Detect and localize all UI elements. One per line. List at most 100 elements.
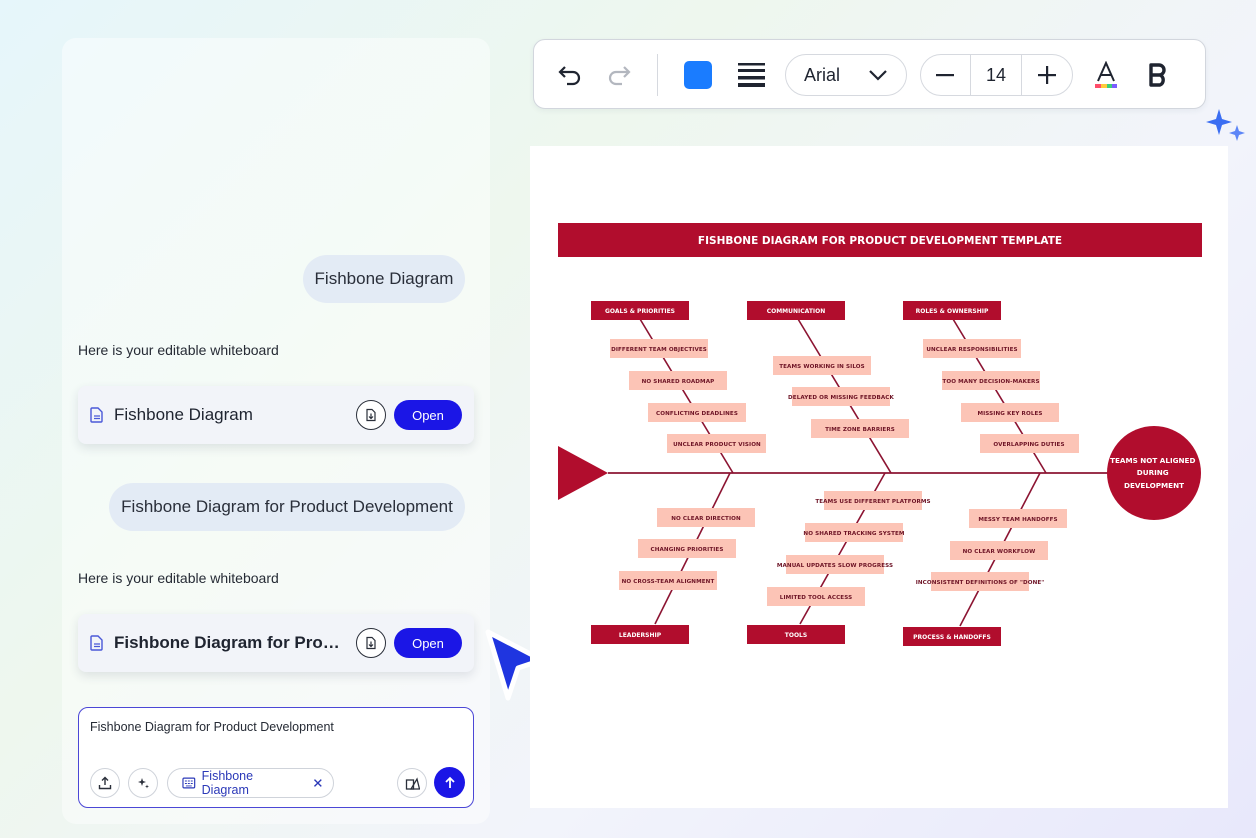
svg-text:LIMITED TOOL ACCESS: LIMITED TOOL ACCESS [780, 595, 852, 601]
svg-text:INCONSISTENT DEFINITIONS OF "D: INCONSISTENT DEFINITIONS OF "DONE" [916, 580, 1045, 586]
svg-text:CONFLICTING DEADLINES: CONFLICTING DEADLINES [656, 411, 738, 417]
svg-text:NO SHARED TRACKING SYSTEM: NO SHARED TRACKING SYSTEM [803, 531, 904, 537]
undo-icon [558, 66, 581, 86]
cause-box: MESSY TEAM HANDOFFS [969, 509, 1067, 528]
cause-box: DELAYED OR MISSING FEEDBACK [788, 387, 894, 406]
sparkle-icon [138, 778, 149, 789]
whiteboard-card[interactable]: Fishbone Diagram Open [78, 386, 474, 444]
send-icon [444, 776, 455, 788]
send-button[interactable] [434, 767, 465, 798]
redo-icon [608, 66, 631, 86]
font-size-value[interactable]: 14 [971, 55, 1023, 95]
document-icon [90, 407, 106, 423]
cause-box: NO SHARED ROADMAP [629, 371, 727, 390]
redo-button[interactable] [605, 62, 633, 88]
svg-text:NO CLEAR WORKFLOW: NO CLEAR WORKFLOW [963, 549, 1036, 555]
whiteboard-icon [182, 777, 196, 789]
whiteboard-card[interactable]: Fishbone Diagram for Product Development… [78, 614, 474, 672]
cause-box: NO SHARED TRACKING SYSTEM [803, 523, 905, 542]
assistant-message: Here is your editable whiteboard [78, 570, 279, 586]
undo-button[interactable] [556, 62, 584, 88]
plus-icon [1038, 66, 1057, 84]
minus-icon [936, 74, 955, 77]
shapes-button[interactable] [397, 768, 427, 798]
download-button[interactable] [356, 628, 386, 658]
close-icon[interactable] [313, 778, 323, 788]
font-family-select[interactable]: Arial [785, 54, 907, 96]
prompt-input[interactable]: Fishbone Diagram for Product Development… [78, 707, 474, 808]
svg-text:DELAYED OR MISSING FEEDBACK: DELAYED OR MISSING FEEDBACK [788, 395, 894, 401]
formatting-toolbar: Arial 14 [533, 39, 1206, 109]
svg-text:NO CROSS-TEAM ALIGNMENT: NO CROSS-TEAM ALIGNMENT [622, 579, 715, 585]
text-color-icon [1095, 61, 1117, 88]
cause-box: CONFLICTING DEADLINES [648, 403, 746, 422]
cause-box: UNCLEAR RESPONSIBILITIES [923, 339, 1021, 358]
svg-text:NO SHARED ROADMAP: NO SHARED ROADMAP [642, 379, 715, 385]
download-icon [366, 636, 376, 650]
svg-text:TOO MANY DECISION-MAKERS: TOO MANY DECISION-MAKERS [942, 379, 1039, 385]
user-message: Fishbone Diagram for Product Development [109, 483, 465, 531]
bold-button[interactable] [1146, 62, 1170, 88]
svg-text:MISSING KEY ROLES: MISSING KEY ROLES [977, 411, 1042, 417]
svg-text:ROLES & OWNERSHIP: ROLES & OWNERSHIP [916, 308, 989, 315]
head-line-2: DURING [1137, 468, 1169, 477]
increase-size-button[interactable] [1022, 55, 1072, 95]
category-tools: TOOLS [747, 625, 845, 644]
card-title: Fishbone Diagram [114, 405, 253, 424]
svg-text:DIFFERENT TEAM OBJECTIVES: DIFFERENT TEAM OBJECTIVES [611, 347, 707, 353]
prompt-input-text[interactable]: Fishbone Diagram for Product Development [90, 720, 334, 734]
card-title: Fishbone Diagram for Product Development [114, 633, 346, 652]
toolbar-divider [657, 54, 658, 96]
svg-text:PROCESS & HANDOFFS: PROCESS & HANDOFFS [913, 634, 991, 641]
fill-color-swatch[interactable] [684, 61, 712, 89]
upload-icon [98, 776, 112, 790]
font-size-stepper: 14 [920, 54, 1073, 96]
svg-text:LEADERSHIP: LEADERSHIP [619, 632, 662, 639]
cause-box: NO CLEAR DIRECTION [657, 508, 755, 527]
template-chip-label: Fishbone Diagram [201, 769, 254, 797]
svg-text:UNCLEAR RESPONSIBILITIES: UNCLEAR RESPONSIBILITIES [926, 347, 1017, 353]
font-family-value: Arial [804, 64, 841, 85]
open-button[interactable]: Open [394, 628, 462, 658]
spine-tail [558, 446, 608, 500]
cause-box: INCONSISTENT DEFINITIONS OF "DONE" [916, 572, 1045, 591]
document-icon [90, 635, 106, 651]
download-button[interactable] [356, 400, 386, 430]
svg-text:MANUAL UPDATES SLOW PROGRESS: MANUAL UPDATES SLOW PROGRESS [777, 563, 893, 569]
svg-text:CHANGING PRIORITIES: CHANGING PRIORITIES [651, 547, 724, 553]
sparkle-decoration-icon [1206, 109, 1245, 141]
category-goals-priorities: GOALS & PRIORITIES [591, 301, 689, 320]
head-line-1: TEAMS NOT ALIGNED [1110, 456, 1195, 465]
cause-box: MANUAL UPDATES SLOW PROGRESS [777, 555, 893, 574]
cause-box: TIME ZONE BARRIERS [811, 419, 909, 438]
diagram-title: FISHBONE DIAGRAM FOR PRODUCT DEVELOPMENT… [698, 235, 1062, 247]
category-roles-ownership: ROLES & OWNERSHIP [903, 301, 1001, 320]
chevron-down-icon [869, 70, 887, 81]
svg-text:TOOLS: TOOLS [785, 632, 807, 639]
stroke-weight-button[interactable] [737, 62, 766, 88]
enhance-prompt-button[interactable] [128, 768, 158, 798]
svg-text:UNCLEAR PRODUCT VISION: UNCLEAR PRODUCT VISION [673, 442, 761, 448]
cause-box: CHANGING PRIORITIES [638, 539, 736, 558]
assistant-message: Here is your editable whiteboard [78, 342, 279, 358]
open-button[interactable]: Open [394, 400, 462, 430]
upload-button[interactable] [90, 768, 120, 798]
category-process-handoffs: PROCESS & HANDOFFS [903, 627, 1001, 646]
cause-box: DIFFERENT TEAM OBJECTIVES [610, 339, 708, 358]
cause-box: MISSING KEY ROLES [961, 403, 1059, 422]
svg-text:NO CLEAR DIRECTION: NO CLEAR DIRECTION [671, 516, 741, 522]
svg-text:COMMUNICATION: COMMUNICATION [767, 308, 826, 315]
svg-text:TEAMS WORKING IN SILOS: TEAMS WORKING IN SILOS [779, 364, 865, 370]
head-line-3: DEVELOPMENT [1124, 481, 1184, 490]
text-color-button[interactable] [1092, 60, 1120, 90]
svg-text:GOALS & PRIORITIES: GOALS & PRIORITIES [605, 308, 675, 315]
whiteboard-canvas[interactable]: FISHBONE DIAGRAM FOR PRODUCT DEVELOPMENT… [530, 146, 1228, 808]
category-communication: COMMUNICATION [747, 301, 845, 320]
cause-box: NO CROSS-TEAM ALIGNMENT [619, 571, 717, 590]
svg-text:OVERLAPPING DUTIES: OVERLAPPING DUTIES [993, 442, 1064, 448]
svg-text:MESSY TEAM HANDOFFS: MESSY TEAM HANDOFFS [978, 517, 1057, 523]
template-chip[interactable]: Fishbone Diagram [167, 768, 334, 798]
cause-box: NO CLEAR WORKFLOW [950, 541, 1048, 560]
decrease-size-button[interactable] [921, 55, 971, 95]
cause-box: TOO MANY DECISION-MAKERS [942, 371, 1040, 390]
